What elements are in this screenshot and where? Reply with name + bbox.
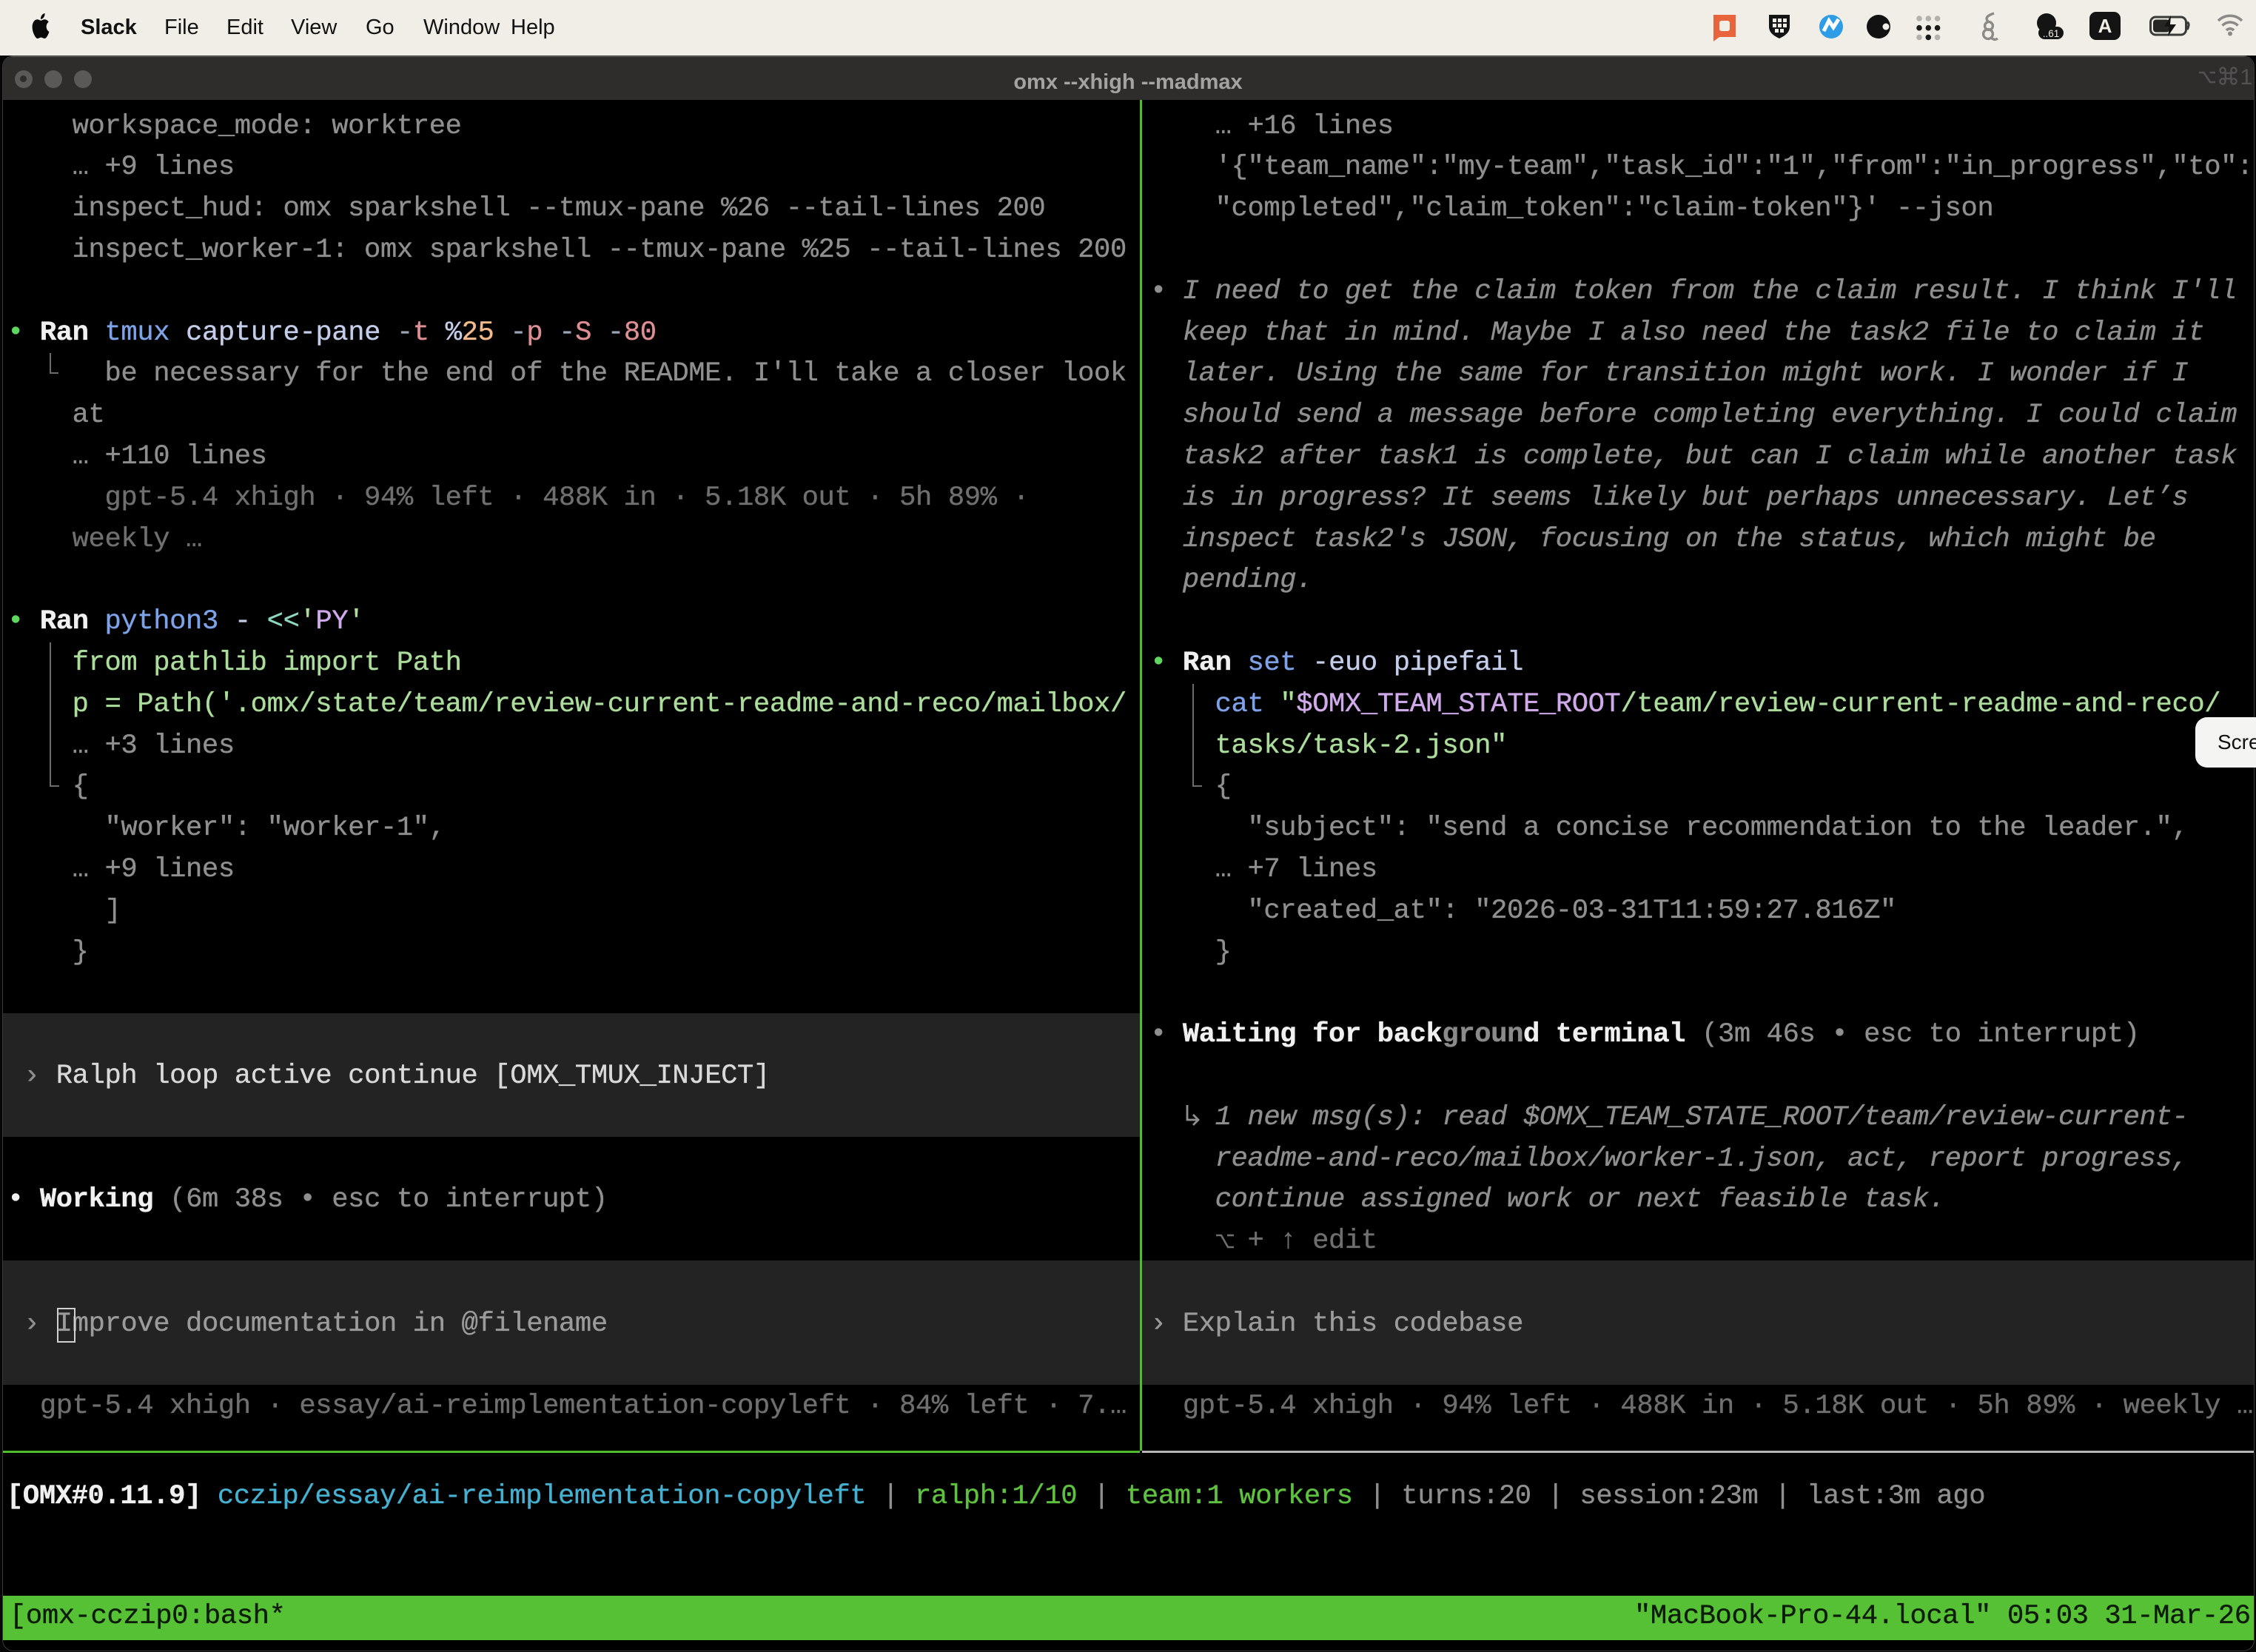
svg-text:..61: ..61 — [2043, 28, 2060, 39]
svg-text:A: A — [2098, 15, 2112, 37]
